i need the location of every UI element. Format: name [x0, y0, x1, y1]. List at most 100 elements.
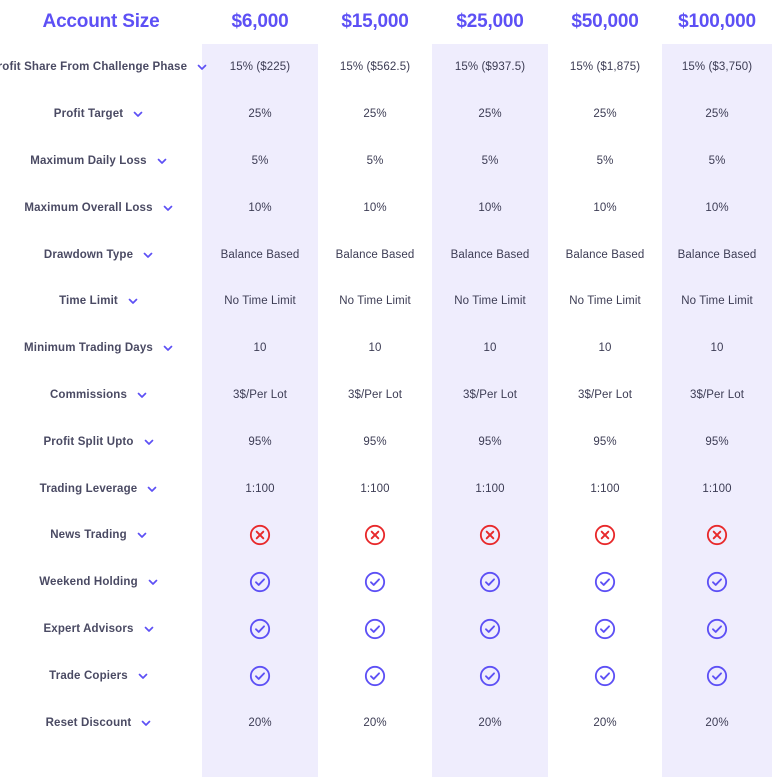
value-cell	[318, 652, 432, 699]
value-cell: No Time Limit	[569, 295, 641, 308]
circle-x-icon	[706, 524, 728, 546]
value-cell: 20%	[593, 716, 617, 729]
value-cell: 10	[598, 342, 612, 355]
value-cell	[662, 652, 772, 699]
value-cell: 5%	[251, 154, 269, 167]
row-label-text: Drawdown Type	[43, 248, 134, 261]
comparison-grid: Account Size $6,000 $15,000 $25,000 $50,000 $…	[0, 0, 772, 746]
value-cell: Balance Based	[565, 248, 645, 261]
value-cell	[548, 559, 662, 606]
circle-check-icon	[706, 665, 728, 687]
chevron-down-icon[interactable]	[147, 576, 159, 588]
row-label-cell[interactable]: Commissions	[0, 372, 202, 419]
value-cell	[662, 606, 772, 653]
circle-check-icon	[364, 618, 386, 640]
value-cell	[318, 606, 432, 653]
row-label-cell[interactable]: Profit Share From Challenge Phase	[0, 44, 207, 91]
value-cell	[202, 512, 318, 559]
chevron-down-icon[interactable]	[156, 155, 168, 167]
value-cell	[662, 512, 772, 559]
row-label-cell[interactable]: Maximum Overall Loss	[0, 184, 202, 231]
value-cell: 10	[483, 342, 497, 355]
chevron-down-icon[interactable]	[143, 623, 155, 635]
value-cell: 15% ($562.5)	[339, 61, 411, 74]
value-cell: 10%	[478, 201, 502, 214]
value-cell	[548, 606, 662, 653]
circle-check-icon	[479, 571, 501, 593]
column-header-1: $6,000	[231, 11, 289, 32]
chevron-down-icon[interactable]	[142, 249, 154, 261]
value-cell: 1:100	[360, 482, 390, 495]
row-label-cell[interactable]: Trading Leverage	[0, 465, 202, 512]
chevron-down-icon[interactable]	[146, 483, 158, 495]
value-cell	[202, 652, 318, 699]
value-cell: 20%	[478, 716, 502, 729]
row-label-cell[interactable]: Expert Advisors	[0, 606, 202, 653]
value-cell: 10%	[705, 201, 729, 214]
chevron-down-icon[interactable]	[136, 529, 148, 541]
account-size-comparison-table: Account Size $6,000 $15,000 $25,000 $50,000 $…	[0, 0, 772, 777]
chevron-down-icon[interactable]	[162, 342, 174, 354]
value-cell	[432, 512, 548, 559]
value-cell: 20%	[363, 716, 387, 729]
value-cell: Balance Based	[335, 248, 415, 261]
circle-check-icon	[706, 618, 728, 640]
row-label-cell[interactable]: Profit Split Upto	[0, 418, 202, 465]
row-label-cell[interactable]: Time Limit	[0, 278, 202, 325]
circle-check-icon	[594, 571, 616, 593]
value-cell: 10	[710, 342, 724, 355]
value-cell: 95%	[705, 435, 729, 448]
row-label-cell[interactable]: Minimum Trading Days	[0, 325, 202, 372]
row-label-text: Profit Split Upto	[43, 435, 134, 448]
chevron-down-icon[interactable]	[162, 202, 174, 214]
value-cell: 1:100	[702, 482, 732, 495]
row-label-cell[interactable]: News Trading	[0, 512, 202, 559]
column-header-4: $50,000	[571, 11, 639, 32]
value-cell: 15% ($225)	[229, 61, 291, 74]
value-cell: 5%	[366, 154, 384, 167]
value-cell: Balance Based	[677, 248, 757, 261]
chevron-down-icon[interactable]	[137, 670, 149, 682]
value-cell: 95%	[593, 435, 617, 448]
row-label-cell[interactable]: Weekend Holding	[0, 559, 202, 606]
circle-x-icon	[364, 524, 386, 546]
column-header-2: $15,000	[341, 11, 409, 32]
chevron-down-icon[interactable]	[132, 108, 144, 120]
value-cell: 1:100	[245, 482, 275, 495]
circle-x-icon	[594, 524, 616, 546]
value-cell: 1:100	[590, 482, 620, 495]
row-label-text: Trade Copiers	[49, 669, 128, 682]
chevron-down-icon[interactable]	[136, 389, 148, 401]
circle-check-icon	[249, 618, 271, 640]
circle-check-icon	[364, 665, 386, 687]
value-cell: 95%	[363, 435, 387, 448]
row-label-cell[interactable]: Reset Discount	[0, 699, 202, 746]
value-cell	[318, 559, 432, 606]
row-label-text: Commissions	[49, 388, 128, 401]
chevron-down-icon[interactable]	[143, 436, 155, 448]
value-cell: 15% ($1,875)	[569, 61, 641, 74]
value-cell: 1:100	[475, 482, 505, 495]
circle-x-icon	[249, 524, 271, 546]
chevron-down-icon[interactable]	[140, 717, 152, 729]
value-cell: 10	[368, 342, 382, 355]
value-cell: 3$/Per Lot	[577, 388, 633, 401]
row-label-cell[interactable]: Drawdown Type	[0, 231, 202, 278]
value-cell: 3$/Per Lot	[232, 388, 288, 401]
value-cell	[432, 559, 548, 606]
row-label-text: Profit Target	[53, 108, 124, 121]
value-cell: 10	[253, 342, 267, 355]
value-cell	[432, 606, 548, 653]
row-label-text: Minimum Trading Days	[24, 342, 153, 355]
value-cell: No Time Limit	[681, 295, 753, 308]
value-cell: 20%	[705, 716, 729, 729]
value-cell	[202, 559, 318, 606]
chevron-down-icon[interactable]	[127, 295, 139, 307]
circle-check-icon	[479, 618, 501, 640]
header-account-size: Account Size	[42, 11, 160, 32]
row-label-cell[interactable]: Trade Copiers	[0, 652, 202, 699]
row-label-cell[interactable]: Maximum Daily Loss	[0, 138, 202, 185]
row-label-cell[interactable]: Profit Target	[0, 91, 202, 138]
value-cell: No Time Limit	[454, 295, 526, 308]
value-cell	[662, 559, 772, 606]
